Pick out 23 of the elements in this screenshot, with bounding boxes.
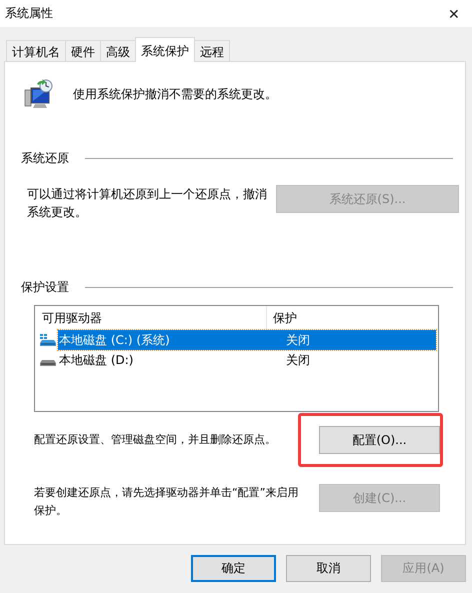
description-text: 若要创建还原点，请先选择驱动器并单击“配置”来启用保护。 <box>34 485 300 519</box>
tab[interactable]: 远程 <box>194 40 230 61</box>
section-heading: 保护设置 <box>21 279 69 296</box>
description-text: 可以通过将计算机还原到上一个还原点，撤消系统更改。 <box>27 186 268 221</box>
drive-row[interactable]: 本地磁盘 (D:) 关闭 <box>58 350 436 370</box>
window-title: 系统属性 <box>5 5 53 22</box>
intro-text: 使用系统保护撤消不需要的系统更改。 <box>73 86 277 102</box>
tab[interactable]: 计算机名 <box>6 40 66 61</box>
computer-icon <box>23 78 55 110</box>
drive-row[interactable]: 本地磁盘 (C:) (系统) 关闭 <box>58 330 436 350</box>
column-header[interactable]: 保护 <box>267 306 297 330</box>
drive-name: 本地磁盘 (C:) (系统) <box>58 332 171 348</box>
dialog-button[interactable]: 确定 <box>191 555 276 582</box>
dialog-button[interactable]: 取消 <box>286 555 371 582</box>
drive-name: 本地磁盘 (D:) <box>58 352 134 368</box>
tab[interactable]: 系统保护 <box>135 37 195 62</box>
tab[interactable]: 硬件 <box>65 40 101 61</box>
protection-status: 关闭 <box>285 332 310 348</box>
close-button[interactable]: ✕ <box>444 6 464 22</box>
protection-status: 关闭 <box>285 352 310 368</box>
section-heading: 系统还原 <box>21 150 69 167</box>
configure-button[interactable]: 配置(O)... <box>319 426 440 454</box>
description-text: 配置还原设置、管理磁盘空间，并且删除还原点。 <box>34 432 277 448</box>
